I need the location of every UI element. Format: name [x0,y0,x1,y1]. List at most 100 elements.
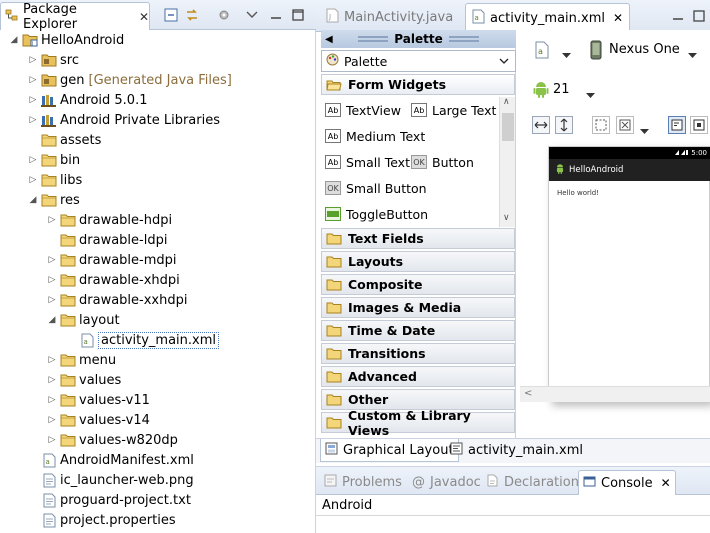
tab-console[interactable]: Console ✕ [578,470,676,495]
palette-category[interactable]: Text Fields [321,228,515,249]
expanded-arrow-icon[interactable]: ◢ [27,195,39,205]
tab-declaration[interactable]: Declaration [482,470,583,495]
close-icon[interactable]: ✕ [139,10,149,24]
tree-item[interactable]: ic_launcher-web.png [0,470,316,490]
tab-activity-main-xml[interactable]: a activity_main.xml ✕ [465,3,631,32]
tree-item[interactable]: proguard-project.txt [0,490,316,510]
minimize-icon[interactable] [268,7,284,23]
expanded-arrow-icon[interactable]: ◢ [46,315,58,325]
collapsed-arrow-icon[interactable]: ▷ [46,435,58,445]
tab-mainactivity-java[interactable]: J MainActivity.java [320,3,459,32]
collapsed-arrow-icon[interactable]: ▷ [27,115,39,125]
palette-widget-item[interactable]: Ab TextView [325,99,401,121]
palette-widget-item[interactable]: Ab Medium Text [325,125,425,147]
maximize-icon[interactable] [692,9,706,26]
margins-icon[interactable] [592,116,610,134]
tree-item[interactable]: ▷ values-v14 [0,410,316,430]
tree-item[interactable]: ▷ drawable-mdpi [0,250,316,270]
chevron-down-icon[interactable] [640,123,649,138]
palette-mode-combo[interactable]: Palette [321,50,516,72]
view-menu-icon[interactable] [244,7,260,23]
tab-xml-source[interactable]: activity_main.xml [446,439,587,462]
collapsed-arrow-icon[interactable]: ▷ [27,95,39,105]
layout-direction-icon[interactable] [668,116,686,134]
tree-item[interactable]: ▷ menu [0,350,316,370]
tree-item[interactable]: a activity_main.xml [0,330,316,350]
collapsed-arrow-icon[interactable]: ▷ [27,75,39,85]
palette-category[interactable]: Advanced [321,366,515,387]
tree-item[interactable]: ◢ res [0,190,316,210]
collapsed-arrow-icon[interactable]: ▷ [46,415,58,425]
zoom-options-icon[interactable] [616,116,634,134]
tab-problems[interactable]: Problems [320,470,406,495]
close-icon[interactable]: ✕ [613,11,623,25]
scroll-left-arrow-icon[interactable]: < [524,388,532,399]
config-chooser-icon[interactable]: a [534,41,552,59]
tree-item[interactable]: ▷ drawable-xxhdpi [0,290,316,310]
palette-header[interactable]: ◀ Palette [321,30,516,48]
resize-icon[interactable] [690,116,708,134]
collapsed-arrow-icon[interactable]: ▷ [46,395,58,405]
palette-widget-item[interactable]: ToggleButton [325,203,428,225]
collapsed-arrow-icon[interactable]: ▷ [27,155,39,165]
tree-item[interactable]: ▷ Android Private Libraries [0,110,316,130]
tree-item[interactable]: ▷ bin [0,150,316,170]
api-level-selector[interactable]: 21 [553,82,570,97]
palette-widget-item[interactable]: Ab Large Text [411,99,496,121]
tree-item[interactable]: ▷ Android 5.0.1 [0,90,316,110]
tree-item[interactable]: ▷ drawable-hdpi [0,210,316,230]
hello-textview[interactable]: Hello world! [557,189,599,197]
collapsed-arrow-icon[interactable]: ▷ [46,215,58,225]
fill-height-icon[interactable] [555,116,573,134]
chevron-down-icon[interactable] [562,47,571,62]
chevron-down-icon[interactable] [586,87,595,102]
tree-item[interactable]: drawable-ldpi [0,230,316,250]
tab-javadoc[interactable]: @ Javadoc [408,470,485,495]
tree-item[interactable]: a AndroidManifest.xml [0,450,316,470]
category-form-widgets[interactable]: Form Widgets [321,74,515,95]
palette-widget-item[interactable]: OK Button [411,151,474,173]
palette-category[interactable]: Time & Date [321,320,515,341]
tree-item[interactable]: ▷ src [0,50,316,70]
device-preview[interactable]: 5:00 HelloAndroid Hello world! [548,146,710,402]
tree-item[interactable]: ▷ libs [0,170,316,190]
collapsed-arrow-icon[interactable]: ▷ [46,355,58,365]
collapsed-arrow-icon[interactable]: ▷ [46,295,58,305]
tree-item[interactable]: ▷ drawable-xhdpi [0,270,316,290]
collapsed-arrow-icon[interactable]: ▷ [27,175,39,185]
collapse-triangle-icon[interactable]: ◀ [325,34,333,45]
horizontal-scrollbar[interactable]: < [520,386,710,402]
device-selector[interactable]: Nexus One [609,42,680,57]
tree-item[interactable]: ▷ values-v11 [0,390,316,410]
scroll-down-icon[interactable]: ∨ [503,213,510,223]
collapsed-arrow-icon[interactable]: ▷ [27,55,39,65]
tree-item[interactable]: assets [0,130,316,150]
palette-widget-item[interactable]: OK Small Button [325,177,427,199]
palette-widget-item[interactable]: Ab Small Text [325,151,410,173]
close-icon[interactable]: ✕ [661,476,671,490]
collapsed-arrow-icon[interactable]: ▷ [46,255,58,265]
collapsed-arrow-icon[interactable]: ▷ [46,275,58,285]
minimize-icon[interactable] [671,9,685,26]
link-with-editor-icon[interactable] [184,7,200,23]
maximize-icon[interactable] [290,7,306,23]
tab-graphical-layout[interactable]: Graphical Layout [320,439,459,462]
palette-category[interactable]: Custom & Library Views [321,408,515,438]
palette-scrollbar[interactable]: ∧ ∨ [499,97,515,227]
palette-category[interactable]: Transitions [321,343,515,364]
view-menu-gear-icon[interactable] [216,7,232,23]
tree-item[interactable]: ◢ layout [0,310,316,330]
expanded-arrow-icon[interactable]: ◢ [8,35,20,45]
tree-item[interactable]: ▷ values-w820dp [0,430,316,450]
fill-width-icon[interactable] [532,116,550,134]
tree-item[interactable]: ▷ values [0,370,316,390]
tree-item[interactable]: ◢ J HelloAndroid [0,30,316,50]
collapsed-arrow-icon[interactable]: ▷ [46,375,58,385]
palette-category[interactable]: Layouts [321,251,515,272]
collapse-all-icon[interactable] [163,7,179,23]
scroll-up-icon[interactable]: ∧ [503,97,510,107]
palette-category[interactable]: Images & Media [321,297,515,318]
tree-item[interactable]: project.properties [0,510,316,530]
scroll-thumb[interactable] [502,113,514,141]
package-explorer-tab[interactable]: Package Explorer ✕ [0,2,150,32]
